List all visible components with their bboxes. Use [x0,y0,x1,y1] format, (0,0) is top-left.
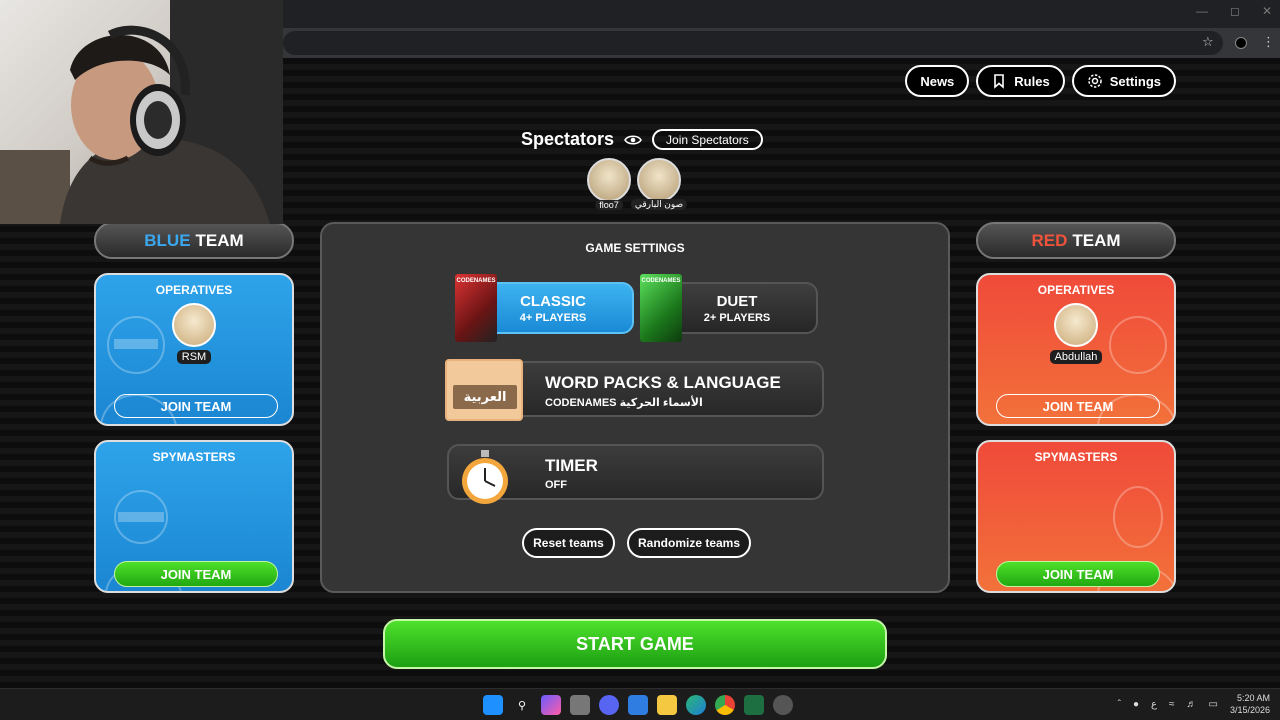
news-label: News [920,73,955,89]
language-indicator[interactable]: ع [1151,699,1157,710]
avatar [1054,303,1098,347]
copilot-icon[interactable] [541,695,561,715]
store-icon[interactable] [570,695,590,715]
timer-title: TIMER [545,456,598,475]
spectator-avatar: floo7 [587,158,631,210]
news-button[interactable]: News [905,65,970,97]
timer-value: OFF [545,479,567,491]
mode-name: DUET [716,292,758,310]
game-settings-panel: GAME SETTINGS CLASSIC 4+ PLAYERS CODENAM… [320,222,950,593]
red-operatives-card: OPERATIVES Abdullah JOIN TEAM [976,273,1176,426]
rules-label: Rules [1014,73,1050,89]
avatar [587,158,631,202]
player-name: Abdullah [1049,350,1103,364]
mode-players: 4+ PLAYERS [519,311,587,324]
mode-name: CLASSIC [520,292,586,310]
avatar [637,158,681,202]
spectator-name: floo7 [595,200,623,210]
top-nav: News Rules Settings [905,65,1176,97]
red-spymasters-card: SPYMASTERS JOIN TEAM [976,440,1176,593]
timer-button[interactable]: TIMER OFF [447,444,824,504]
spectator-avatar: صون البارقي [630,158,688,210]
microphone-icon[interactable]: ● [1133,699,1139,710]
clock[interactable]: 5:20 AM 3/15/2026 [1230,692,1270,716]
notepad-icon[interactable] [628,695,648,715]
close-icon[interactable]: ✕ [1262,4,1272,18]
bookmark-star-icon[interactable]: ☆ [1202,34,1214,50]
codenames-classic-box-image: CODENAMES [455,274,497,342]
blue-spymasters-card: SPYMASTERS JOIN TEAM [94,440,294,593]
webcam-overlay [0,0,283,224]
start-game-button[interactable]: START GAME [383,619,887,669]
volume-icon[interactable]: ♬ [1187,699,1197,710]
blue-spymasters-join-button[interactable]: JOIN TEAM [114,561,278,587]
excel-icon[interactable] [744,695,764,715]
spectator-list: floo7 صون البارقي [587,158,688,210]
blue-team-word: TEAM [195,230,244,250]
window-controls: — ◻ ✕ [1196,4,1272,18]
avatar [172,303,216,347]
box-label: CODENAMES [456,278,496,284]
red-operatives-join-button[interactable]: JOIN TEAM [996,394,1160,418]
taskbar-apps: ⚲ [483,695,793,715]
windows-taskbar: ⚲ ˆ ● ع ≈ ♬ ▭ 5:20 AM 3/15/2026 [0,688,1280,720]
blue-operative-player: RSM [164,303,224,365]
join-spectators-button[interactable]: Join Spectators [652,129,763,150]
gear-icon [1087,74,1102,88]
file-explorer-icon[interactable] [657,695,677,715]
wifi-icon[interactable]: ≈ [1169,699,1175,710]
address-bar[interactable] [283,31,1223,55]
clock-time: 5:20 AM [1236,693,1270,703]
red-operative-player: Abdullah [1046,303,1106,365]
mode-players: 2+ PLAYERS [703,311,771,324]
red-team-color-word: RED [1031,230,1068,250]
red-spymasters-join-button[interactable]: JOIN TEAM [996,561,1160,587]
word-packs-subtitle: CODENAMES الأسماء الحركية [545,397,703,409]
randomize-teams-button[interactable]: Randomize teams [627,528,751,558]
blue-operatives-card: OPERATIVES RSM JOIN TEAM [94,273,294,426]
webcam-person-image [0,0,283,224]
search-icon[interactable]: ⚲ [512,695,532,715]
language-tag: العربية [453,385,517,409]
discord-icon[interactable] [599,695,619,715]
minimize-icon[interactable]: — [1196,4,1208,18]
box-label: CODENAMES [641,278,681,284]
game-settings-title: GAME SETTINGS [585,241,685,255]
settings-button[interactable]: Settings [1071,65,1176,97]
browser-menu-icon[interactable]: ⋮ [1262,34,1275,50]
blue-team-header: BLUE TEAM [94,222,294,259]
player-name: RSM [176,350,212,364]
red-team-word: TEAM [1072,230,1121,250]
windows-start-icon[interactable] [483,695,503,715]
spectator-name: صون البارقي [630,199,688,210]
profile-icon[interactable] [1235,37,1247,49]
chevron-up-icon[interactable]: ˆ [1118,699,1121,710]
word-packs-button[interactable]: العربية WORD PACKS & LANGUAGE CODENAMES … [445,359,824,421]
edge-icon[interactable] [686,695,706,715]
reset-teams-button[interactable]: Reset teams [522,528,615,558]
app-icon[interactable] [773,695,793,715]
system-tray: ˆ ● ع ≈ ♬ ▭ 5:20 AM 3/15/2026 [1118,692,1270,716]
battery-icon[interactable]: ▭ [1209,699,1218,710]
chrome-icon[interactable] [715,695,735,715]
spectators-header: Spectators Join Spectators [521,129,763,150]
blue-team-color-word: BLUE [144,230,191,250]
maximize-icon[interactable]: ◻ [1230,4,1240,18]
rules-button[interactable]: Rules [976,65,1065,97]
bookmark-icon [994,74,1005,89]
eye-icon [624,134,642,145]
stopwatch-icon [462,450,508,504]
settings-label: Settings [1109,73,1161,89]
word-packs-title: WORD PACKS & LANGUAGE [545,373,781,392]
spectators-title: Spectators [521,129,615,149]
blue-operatives-join-button[interactable]: JOIN TEAM [114,394,278,418]
language-card-icon: العربية [445,359,523,421]
red-team-header: RED TEAM [976,222,1176,259]
codenames-duet-box-image: CODENAMES [640,274,682,342]
clock-date: 3/15/2026 [1229,705,1270,715]
